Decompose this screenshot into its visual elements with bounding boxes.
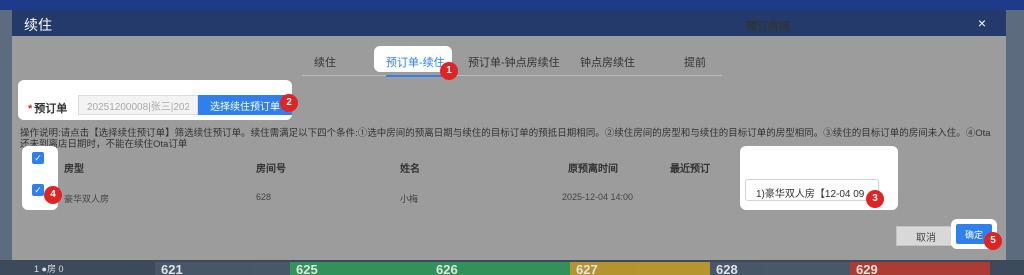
tab-hourly-renew[interactable]: 钟点房续住 [580, 54, 635, 70]
step-badge-4: 4 [44, 186, 62, 204]
booking-room-title: 预订房间 [746, 21, 790, 33]
booking-room-select[interactable]: 1)豪华双人房【12-04 09 [745, 179, 879, 201]
step-badge-5: 5 [984, 232, 1002, 250]
col-room-no: 房间号 [256, 164, 286, 175]
close-icon[interactable]: × [978, 15, 986, 31]
tab-booking-renew[interactable]: 预订单-续住 [386, 54, 445, 70]
room-tile-strip: 621 625 626 627 628 629 [0, 260, 1024, 275]
step-badge-1: 1 [440, 62, 458, 80]
order-input[interactable] [78, 95, 198, 115]
app-right-panel [1006, 10, 1024, 275]
select-all-checkbox[interactable]: ✓ [32, 152, 44, 164]
renewal-dialog: 续住 × 续住 预订单-续住 预订单-钟点房续住 钟点房续住 提前 1 * 预订单… [12, 10, 1006, 260]
col-room-type: 房型 [64, 164, 84, 175]
step-badge-3: 3 [866, 190, 884, 208]
dialog-header: 续住 × [12, 10, 1006, 36]
cell-room-no: 628 [256, 192, 272, 202]
step-badge-2: 2 [280, 94, 298, 112]
room-tile[interactable]: 625 [290, 262, 430, 275]
tab-early[interactable]: 提前 [684, 54, 706, 70]
tab-renew[interactable]: 续住 [314, 54, 336, 70]
room-tile[interactable]: 621 [155, 262, 295, 275]
col-guest: 姓名 [400, 164, 420, 175]
select-order-button[interactable]: 选择续住预订单 [198, 95, 292, 115]
col-recent-booking: 最近预订 [670, 164, 710, 175]
order-label: * 预订单 [28, 103, 68, 115]
app-left-panel [0, 10, 12, 275]
tab-bar: 续住 预订单-续住 预订单-钟点房续住 钟点房续住 提前 [302, 54, 722, 76]
room-tile[interactable]: 627 [570, 262, 710, 275]
dialog-title: 续住 [24, 17, 52, 33]
app-topbar [0, 0, 1024, 10]
room-tile[interactable]: 626 [430, 262, 570, 275]
tab-booking-hourly-renew[interactable]: 预订单-钟点房续住 [468, 54, 560, 70]
room-row-label: 1 ●房 0 [34, 264, 64, 274]
row-checkbox[interactable]: ✓ [32, 184, 44, 196]
room-tile[interactable]: 629 [850, 262, 990, 275]
cell-room-type: 豪华双人房 [64, 194, 110, 204]
col-orig-departure: 原预离时间 [568, 164, 618, 175]
cell-orig-departure: 2025-12-04 14:00 [562, 192, 634, 202]
room-tile[interactable]: 628 [710, 262, 850, 275]
cell-guest: 小梅 [400, 194, 419, 204]
cancel-button[interactable]: 取消 [896, 226, 956, 246]
